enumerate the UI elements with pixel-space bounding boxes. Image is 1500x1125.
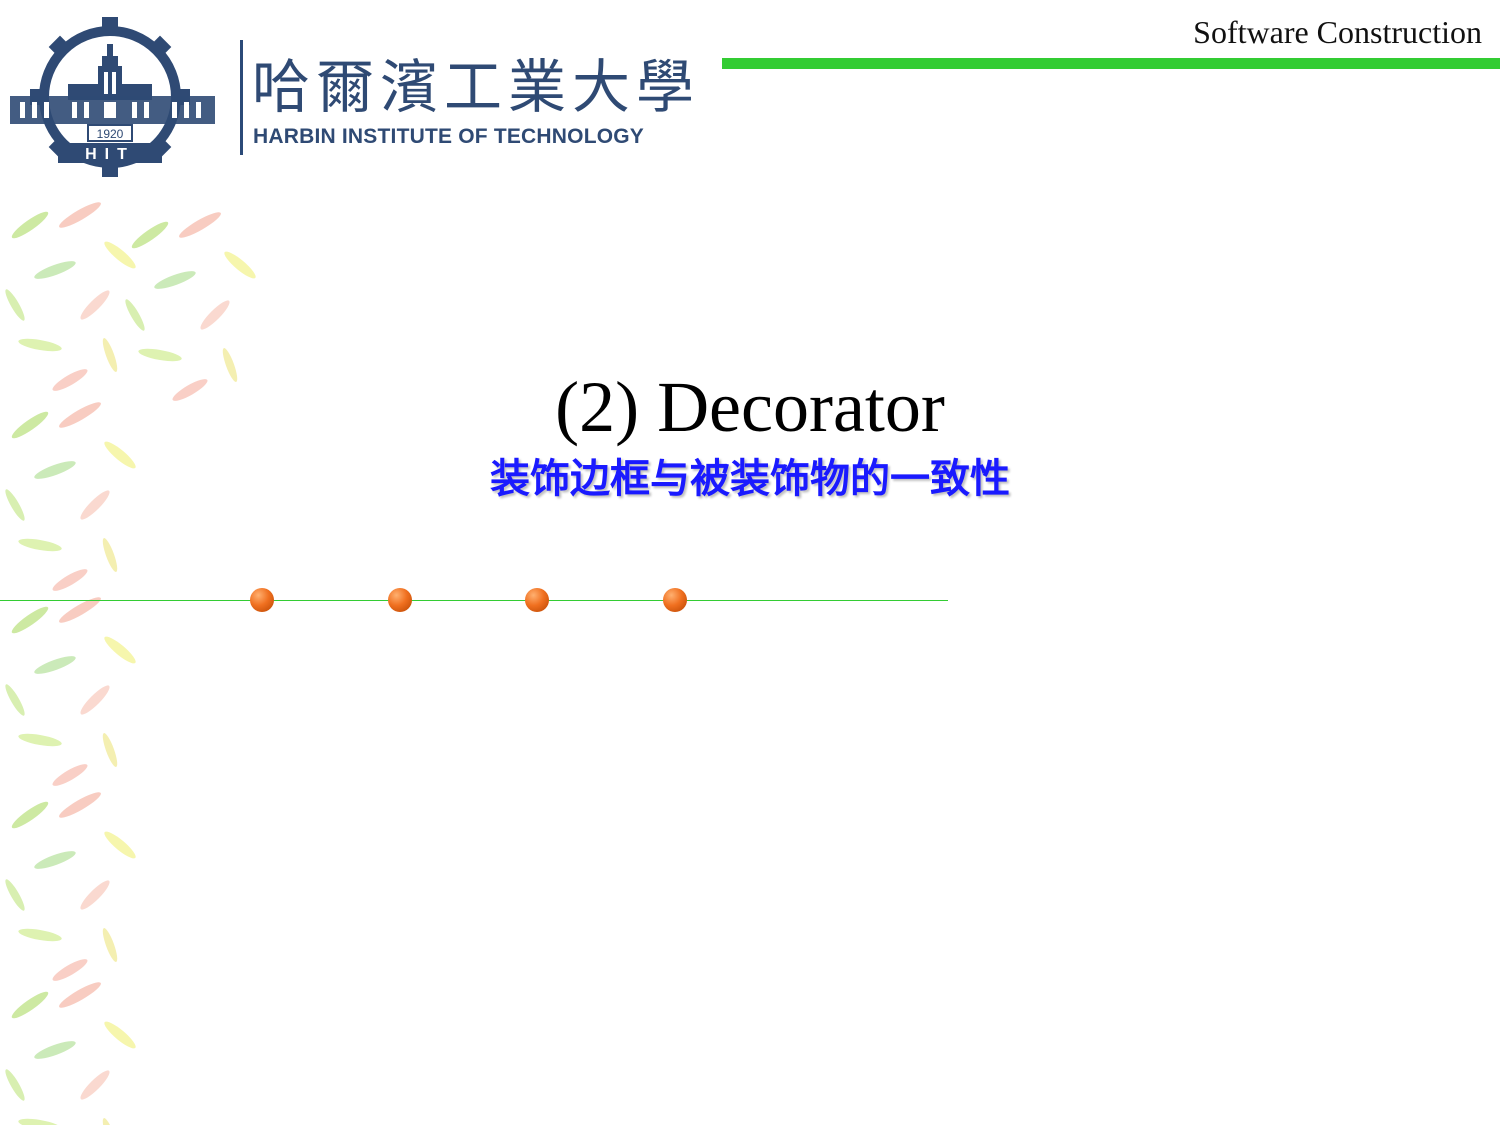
leaf-pattern-decoration — [2, 198, 259, 1125]
decorative-dot — [525, 588, 549, 612]
university-emblem: 1920 HIT — [10, 17, 215, 177]
university-name-cn: 哈爾濱工業大學 — [252, 53, 701, 121]
slide-title: (2) Decorator — [555, 367, 945, 447]
logo-divider — [240, 40, 243, 155]
decorative-dot — [663, 588, 687, 612]
decorative-dot — [250, 588, 274, 612]
course-title: Software Construction — [1193, 14, 1482, 50]
section-divider-line — [0, 600, 948, 601]
svg-text:HIT: HIT — [85, 146, 135, 163]
decorative-dot — [388, 588, 412, 612]
header-accent-bar — [722, 58, 1500, 69]
university-name-en: HARBIN INSTITUTE OF TECHNOLOGY — [253, 125, 644, 148]
svg-text:1920: 1920 — [97, 127, 124, 141]
slide-subtitle: 装饰边框与被装饰物的一致性 — [490, 456, 1010, 502]
